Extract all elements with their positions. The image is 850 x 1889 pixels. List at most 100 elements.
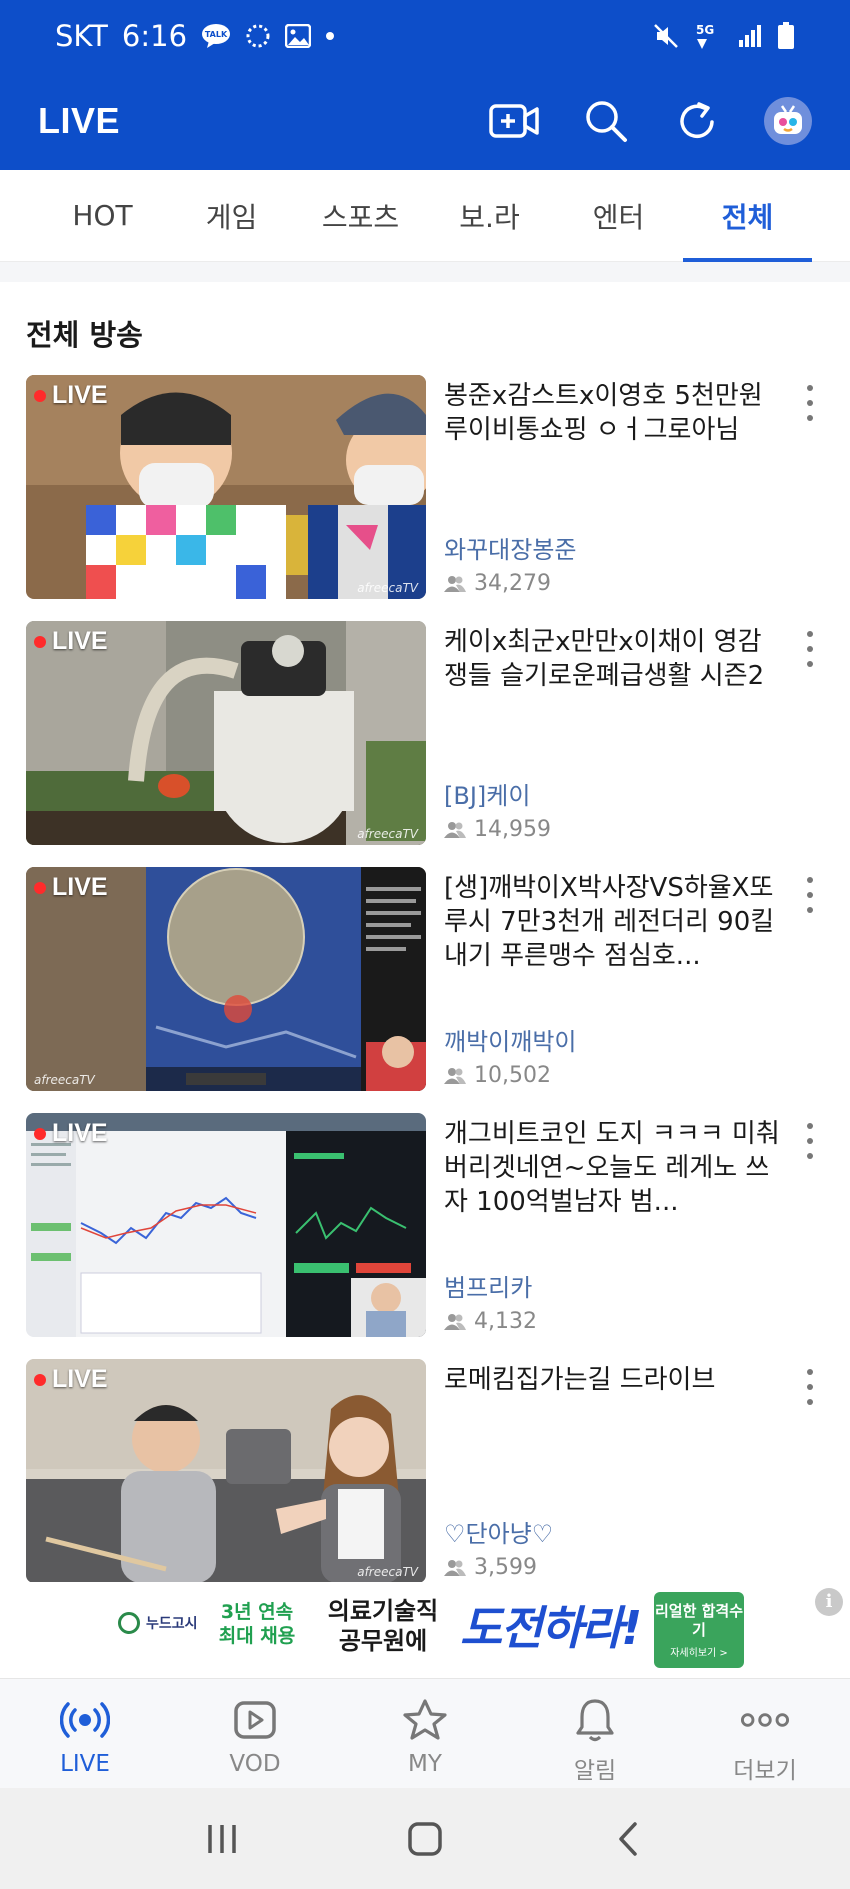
star-icon (403, 1699, 447, 1740)
video-add-icon (489, 104, 539, 138)
channel-name[interactable]: ♡단아냥♡ (444, 1514, 553, 1549)
live-label: LIVE (52, 381, 108, 409)
brand-logo-icon (118, 1612, 140, 1634)
list-item[interactable]: LIVE afreecaTV 로메킴집가는길 드라이브 ♡단아냥♡ 3,599 (0, 1359, 850, 1605)
viewer-count: 3,599 (444, 1555, 537, 1580)
page-title: LIVE (38, 100, 121, 141)
recent-apps-icon (207, 1824, 236, 1853)
list-item[interactable]: LIVE 개그비트코인 도지 ㅋㅋㅋ 미춰버리겟네연~오늘도 레게노 쓰자 10… (0, 1113, 850, 1359)
nav-more[interactable]: 더보기 (680, 1679, 850, 1788)
viewer-count-label: 10,502 (474, 1063, 551, 1088)
broadcast-list: LIVE afreecaTV 봉준x감스트x이영호 5천만원 루이비통쇼핑 ㅇㅓ… (0, 375, 850, 1605)
channel-name[interactable]: 깨박이깨박이 (444, 1022, 576, 1057)
tab-sports[interactable]: 스포츠 (296, 170, 425, 262)
list-item[interactable]: LIVE afreecaTV 봉준x감스트x이영호 5천만원 루이비통쇼핑 ㅇㅓ… (0, 375, 850, 621)
ad-cta-sub: 자세히보기 > (670, 1648, 728, 1659)
viewers-icon (444, 575, 466, 592)
broadcast-thumbnail[interactable]: LIVE afreecaTV (26, 375, 426, 599)
ad-cta-label: 리얼한 합격수기 (654, 1602, 744, 1639)
viewer-count-label: 3,599 (474, 1555, 537, 1580)
broadcast-title[interactable]: 케이x최군x만만x이채이 영감쟁들 슬기로운폐급생활 시즌2 (444, 625, 780, 693)
tab-enter[interactable]: 엔터 (554, 170, 683, 262)
more-options-button[interactable] (796, 629, 824, 669)
avatar[interactable] (764, 97, 812, 145)
ad-info-icon[interactable]: i (815, 1588, 843, 1616)
back-button[interactable] (598, 1809, 658, 1869)
category-tabs: HOT 게임 스포츠 보.라 엔터 전체 (0, 170, 850, 262)
live-dot-icon (34, 881, 46, 894)
tab-bora[interactable]: 보.라 (425, 170, 554, 262)
watermark: afreecaTV (357, 581, 418, 595)
signal-icon (737, 24, 763, 48)
ad-brand-logo: 누드고시 (118, 1612, 198, 1634)
broadcast-thumbnail[interactable]: LIVE (26, 1113, 426, 1337)
more-options-button[interactable] (796, 1121, 824, 1161)
broadcast-icon (60, 1702, 110, 1738)
tab-hot[interactable]: HOT (38, 170, 167, 262)
broadcast-thumbnail[interactable]: LIVE afreecaTV (26, 621, 426, 845)
channel-name[interactable]: [BJ]케이 (444, 776, 530, 811)
broadcast-thumbnail[interactable]: LIVE afreecaTV (26, 867, 426, 1091)
app-header: LIVE (0, 72, 850, 170)
live-badge: LIVE (34, 627, 108, 656)
mute-icon (653, 23, 679, 49)
system-nav-bar (0, 1788, 850, 1889)
live-dot-icon (34, 1127, 46, 1140)
live-label: LIVE (52, 1365, 108, 1393)
broadcast-title[interactable]: 개그비트코인 도지 ㅋㅋㅋ 미춰버리겟네연~오늘도 레게노 쓰자 100억벌남자… (444, 1117, 780, 1219)
ad-banner[interactable]: 누드고시 3년 연속 최대 채용 의료기술직 공무원에 도전하라! 리얼한 합격… (0, 1582, 850, 1678)
refresh-button[interactable] (672, 95, 724, 147)
broadcast-title[interactable]: 봉준x감스트x이영호 5천만원 루이비통쇼핑 ㅇㅓ그로아님 (444, 379, 780, 447)
search-icon (586, 101, 627, 142)
nav-my[interactable]: MY (340, 1679, 510, 1788)
home-icon (408, 1821, 442, 1856)
search-button[interactable] (580, 95, 632, 147)
broadcast-title[interactable]: [생]깨박이X박사장VS하율X또루시 7만3천개 레전더리 90킬내기 푸른맹수… (444, 871, 780, 973)
live-label: LIVE (52, 1119, 108, 1147)
viewers-icon (444, 1313, 466, 1330)
watermark: afreecaTV (34, 1073, 95, 1087)
tab-game[interactable]: 게임 (167, 170, 296, 262)
svg-text:TALK: TALK (205, 30, 228, 39)
live-badge: LIVE (34, 1119, 108, 1148)
tv-mascot-icon (774, 105, 802, 134)
nav-live[interactable]: LIVE (0, 1679, 170, 1788)
ad-main-text: 의료기술직 공무원에 (327, 1597, 439, 1655)
channel-name[interactable]: 와꾸대장봉준 (444, 530, 576, 565)
svg-text:5G: 5G (696, 23, 714, 37)
channel-name[interactable]: 범프리카 (444, 1268, 532, 1303)
notification-dot-icon (325, 31, 335, 41)
list-item[interactable]: LIVE afreecaTV 케이x최군x만만x이채이 영감쟁들 슬기로운폐급생… (0, 621, 850, 867)
talk-icon: TALK (201, 23, 231, 49)
live-dot-icon (34, 389, 46, 402)
more-options-button[interactable] (796, 383, 824, 423)
nav-alerts[interactable]: 알림 (510, 1679, 680, 1788)
live-label: LIVE (52, 627, 108, 655)
broadcast-thumbnail[interactable]: LIVE afreecaTV (26, 1359, 426, 1583)
ad-cta-button[interactable]: 리얼한 합격수기자세히보기 > (654, 1592, 744, 1668)
more-options-button[interactable] (796, 875, 824, 915)
home-button[interactable] (395, 1809, 455, 1869)
broadcast-title[interactable]: 로메킴집가는길 드라이브 (444, 1363, 780, 1397)
live-badge: LIVE (34, 381, 108, 410)
live-badge: LIVE (34, 873, 108, 902)
watermark: afreecaTV (357, 1565, 418, 1579)
viewer-count: 34,279 (444, 571, 551, 596)
bell-icon (576, 1699, 614, 1742)
nav-label: VOD (229, 1751, 281, 1777)
nav-vod[interactable]: VOD (170, 1679, 340, 1788)
list-item[interactable]: LIVE afreecaTV [생]깨박이X박사장VS하율X또루시 7만3천개 … (0, 867, 850, 1113)
watermark: afreecaTV (357, 827, 418, 841)
more-options-button[interactable] (796, 1367, 824, 1407)
nav-label: 알림 (573, 1758, 617, 1784)
live-dot-icon (34, 1373, 46, 1386)
time-label: 6:16 (121, 19, 188, 53)
tab-all[interactable]: 전체 (683, 170, 812, 262)
section-divider (0, 262, 850, 282)
play-icon (234, 1701, 276, 1739)
battery-icon (777, 22, 795, 50)
create-broadcast-button[interactable] (488, 95, 540, 147)
recent-apps-button[interactable] (192, 1809, 252, 1869)
more-icon (740, 1713, 790, 1727)
viewer-count-label: 4,132 (474, 1309, 537, 1334)
